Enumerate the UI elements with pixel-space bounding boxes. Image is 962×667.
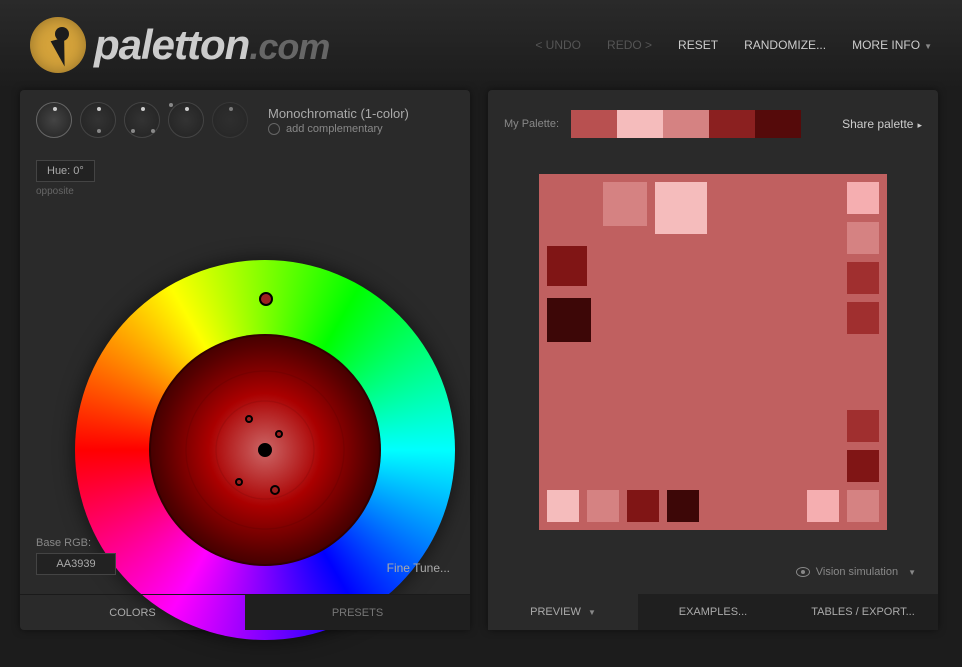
reset-button[interactable]: RESET <box>678 38 718 52</box>
tab-presets[interactable]: PRESETS <box>245 595 470 630</box>
logo-text: paletton.com <box>94 21 329 69</box>
chevron-down-icon: ▼ <box>924 42 932 51</box>
chevron-down-icon: ▼ <box>588 608 596 617</box>
add-complementary-toggle[interactable]: add complementary <box>268 123 409 135</box>
radio-icon <box>268 123 280 135</box>
logo-icon <box>30 17 86 73</box>
hue-handle[interactable] <box>259 292 273 306</box>
arrow-right-icon: ▸ <box>917 120 922 130</box>
shade-handle[interactable] <box>275 430 283 438</box>
base-rgb-input[interactable] <box>36 553 116 575</box>
scheme-freestyle-icon[interactable] <box>212 102 248 138</box>
opposite-link[interactable]: opposite <box>36 186 454 197</box>
scheme-tetrad-icon[interactable] <box>168 102 204 138</box>
tab-preview[interactable]: PREVIEW ▼ <box>488 594 638 630</box>
color-wheel[interactable] <box>75 260 455 640</box>
tab-colors[interactable]: COLORS <box>20 595 245 630</box>
center-handle[interactable] <box>258 443 272 457</box>
shade-handle[interactable] <box>245 415 253 423</box>
chevron-down-icon: ▼ <box>908 568 916 577</box>
color-panel: Monochromatic (1-color) add complementar… <box>20 90 470 630</box>
eye-icon <box>796 567 810 577</box>
undo-button[interactable]: < UNDO <box>535 38 581 52</box>
mini-palette[interactable] <box>571 110 801 138</box>
vision-simulation-dropdown[interactable]: Vision simulation ▼ <box>796 566 916 578</box>
palette-preview[interactable] <box>539 174 887 530</box>
redo-button[interactable]: REDO > <box>607 38 652 52</box>
my-palette-label: My Palette: <box>504 118 559 130</box>
logo[interactable]: paletton.com <box>30 17 329 73</box>
shade-handle[interactable] <box>235 478 243 486</box>
scheme-adjacent-icon[interactable] <box>80 102 116 138</box>
tab-tables-export[interactable]: TABLES / EXPORT... <box>788 594 938 630</box>
base-rgb-label: Base RGB: <box>36 537 116 549</box>
tab-examples[interactable]: EXAMPLES... <box>638 594 788 630</box>
scheme-mono-icon[interactable] <box>36 102 72 138</box>
fine-tune-button[interactable]: Fine Tune... <box>387 561 450 575</box>
scheme-triad-icon[interactable] <box>124 102 160 138</box>
hue-display[interactable]: Hue: 0° <box>36 160 95 182</box>
scheme-title: Monochromatic (1-color) <box>268 106 409 121</box>
shade-handle[interactable] <box>270 485 280 495</box>
more-info-dropdown[interactable]: MORE INFO▼ <box>852 38 932 52</box>
preview-panel: My Palette: Share palette▸ <box>488 90 938 630</box>
randomize-button[interactable]: RANDOMIZE... <box>744 38 826 52</box>
top-menu: < UNDO REDO > RESET RANDOMIZE... MORE IN… <box>535 38 932 52</box>
share-palette-button[interactable]: Share palette▸ <box>842 117 922 131</box>
